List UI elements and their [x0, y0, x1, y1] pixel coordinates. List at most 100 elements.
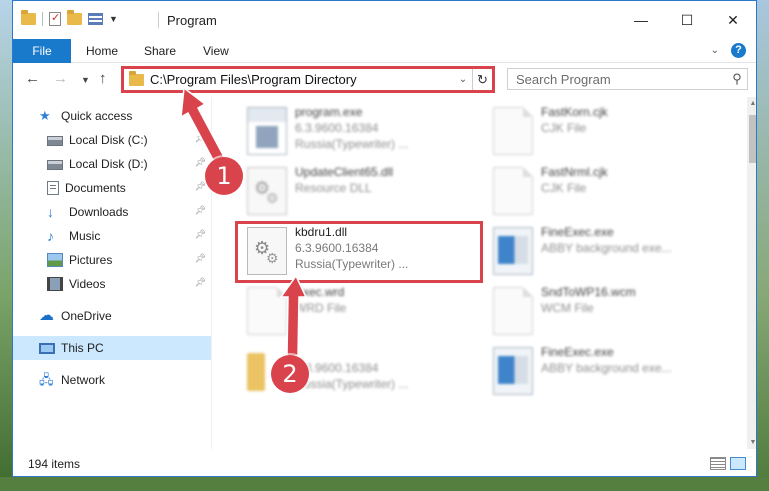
tiles-view-icon[interactable] [730, 457, 746, 470]
file-detail: WRD File [295, 301, 347, 315]
file-name: FineExec.exe [541, 225, 614, 239]
sidebar-item-videos[interactable]: Videos 📌︎ [13, 272, 211, 296]
sidebar-item-label: Documents [65, 181, 126, 195]
music-icon: ♪ [47, 228, 54, 244]
scrollbar-thumb[interactable] [749, 115, 756, 163]
window-title: Program [167, 13, 217, 28]
pin-icon[interactable]: 📌︎ [195, 277, 206, 288]
minimize-button[interactable]: — [618, 1, 664, 39]
scroll-up-icon[interactable]: ▲ [747, 100, 756, 107]
expand-ribbon-icon[interactable]: ⌄ [711, 45, 719, 56]
file-item[interactable]: FastKorn.cjk CJK File [485, 103, 721, 161]
tab-file[interactable]: File [13, 39, 71, 63]
address-bar[interactable]: C:\Program Files\Program Directory ⌄ ↻ [121, 66, 495, 93]
file-item[interactable]: UpdateClient65.dll Resource DLL [239, 163, 475, 221]
sidebar-item-network[interactable]: 🖧︎ Network [13, 368, 211, 392]
vertical-scrollbar[interactable]: ▲ ▼ [747, 97, 756, 449]
file-detail: 6.3.9600.16384 [295, 121, 379, 135]
app-icon [247, 107, 287, 155]
pin-icon[interactable]: 📌︎ [195, 205, 206, 216]
properties-icon[interactable] [49, 11, 61, 26]
view-icon[interactable] [88, 13, 103, 25]
file-name: UpdateClient65.dll [295, 165, 394, 179]
back-arrow-icon[interactable]: ← [25, 70, 40, 87]
sidebar-item-quick-access[interactable]: ★ Quick access [13, 104, 211, 128]
sidebar-item-label: Downloads [69, 205, 129, 219]
file-explorer-window: ▼ Program — ☐ ✕ File Home Share View ⌄ ?… [12, 0, 757, 477]
file-detail: WCM File [541, 301, 594, 315]
file-detail: ABBY background exe... [541, 241, 672, 255]
sidebar-item-label: Quick access [61, 109, 133, 123]
sidebar-item-music[interactable]: ♪ Music 📌︎ [13, 224, 211, 248]
file-item[interactable]: FineExec.exe ABBY background exe... [485, 223, 721, 281]
document-icon [493, 167, 533, 215]
sidebar-item-this-pc[interactable]: This PC [13, 336, 211, 360]
computer-icon [39, 342, 55, 354]
maximize-button[interactable]: ☐ [664, 1, 710, 39]
navigation-bar: ← → ▼ ↑ C:\Program Files\Program Directo… [13, 63, 756, 97]
sidebar-item-local-disk-d[interactable]: Local Disk (D:) 📌︎ [13, 152, 211, 176]
file-name: FastNrml.cjk [541, 165, 608, 179]
document-icon [493, 287, 533, 335]
exe-icon [493, 227, 533, 275]
desktop-background-right [757, 0, 769, 491]
close-button[interactable]: ✕ [710, 1, 756, 39]
pane-divider[interactable] [211, 97, 212, 449]
file-item[interactable]: program.exe 6.3.9600.16384 Russia(Typewr… [239, 103, 475, 161]
folder-icon [247, 353, 265, 391]
search-icon[interactable]: ⚲ [727, 71, 747, 87]
address-path[interactable]: C:\Program Files\Program Directory [150, 72, 454, 87]
desktop-background-left [0, 0, 12, 491]
refresh-icon[interactable]: ↻ [472, 69, 492, 90]
recent-locations-icon[interactable]: ▼ [81, 75, 90, 85]
details-view-icon[interactable] [710, 457, 726, 470]
quick-access-toolbar: ▼ [21, 10, 118, 26]
status-bar: 194 items [13, 449, 756, 476]
view-switcher [710, 457, 746, 470]
drive-icon [47, 160, 63, 170]
pin-icon[interactable]: 📌︎ [195, 253, 206, 264]
file-item[interactable]: FastNrml.cjk CJK File [485, 163, 721, 221]
new-folder-icon[interactable] [67, 10, 82, 25]
sidebar-item-local-disk-c[interactable]: Local Disk (C:) 📌︎ [13, 128, 211, 152]
sidebar-item-label: Local Disk (C:) [69, 133, 148, 147]
file-detail: ABBY background exe... [541, 361, 672, 375]
pin-icon[interactable]: 📌︎ [195, 157, 206, 168]
help-icon[interactable]: ? [731, 43, 746, 58]
file-list: program.exe 6.3.9600.16384 Russia(Typewr… [223, 97, 747, 449]
sidebar-item-label: This PC [61, 341, 104, 355]
cloud-icon: ☁ [39, 307, 54, 324]
folder-icon [21, 10, 36, 25]
file-item[interactable]: FineExec.exe ABBY background exe... [485, 343, 721, 401]
forward-arrow-icon[interactable]: → [53, 70, 68, 87]
sidebar-item-onedrive[interactable]: ☁ OneDrive [13, 304, 211, 328]
pin-icon[interactable]: 📌︎ [195, 181, 206, 192]
tab-share[interactable]: Share [144, 39, 176, 63]
sidebar-item-pictures[interactable]: Pictures 📌︎ [13, 248, 211, 272]
scroll-down-icon[interactable]: ▼ [747, 439, 756, 446]
file-detail: CJK File [541, 181, 587, 195]
sidebar-item-downloads[interactable]: ↓ Downloads 📌︎ [13, 200, 211, 224]
up-arrow-icon[interactable]: ↑ [99, 70, 107, 87]
sidebar-item-documents[interactable]: Documents 📌︎ [13, 176, 211, 200]
file-detail: Russia(Typewriter) ... [295, 137, 409, 151]
search-placeholder[interactable]: Search Program [516, 72, 727, 87]
pin-icon[interactable]: 📌︎ [195, 229, 206, 240]
star-icon: ★ [39, 108, 51, 123]
file-detail: CJK File [541, 121, 587, 135]
address-dropdown-icon[interactable]: ⌄ [454, 74, 472, 85]
search-box[interactable]: Search Program ⚲ [507, 68, 748, 90]
file-item[interactable]: Exec.wrd WRD File [239, 283, 475, 341]
gear-file-icon [247, 167, 287, 215]
sidebar-item-label: Pictures [69, 253, 113, 267]
customize-toolbar-icon[interactable]: ▼ [109, 14, 118, 24]
ribbon-right-controls: ⌄ ? [711, 43, 746, 58]
document-icon [493, 107, 533, 155]
file-item[interactable]: SndToWP16.wcm WCM File [485, 283, 721, 341]
tab-home[interactable]: Home [86, 39, 118, 63]
exe-icon [493, 347, 533, 395]
sidebar-item-label: Local Disk (D:) [69, 157, 148, 171]
pin-icon[interactable]: 📌︎ [195, 133, 206, 144]
tab-view[interactable]: View [203, 39, 229, 63]
file-name: SndToWP16.wcm [541, 285, 636, 299]
